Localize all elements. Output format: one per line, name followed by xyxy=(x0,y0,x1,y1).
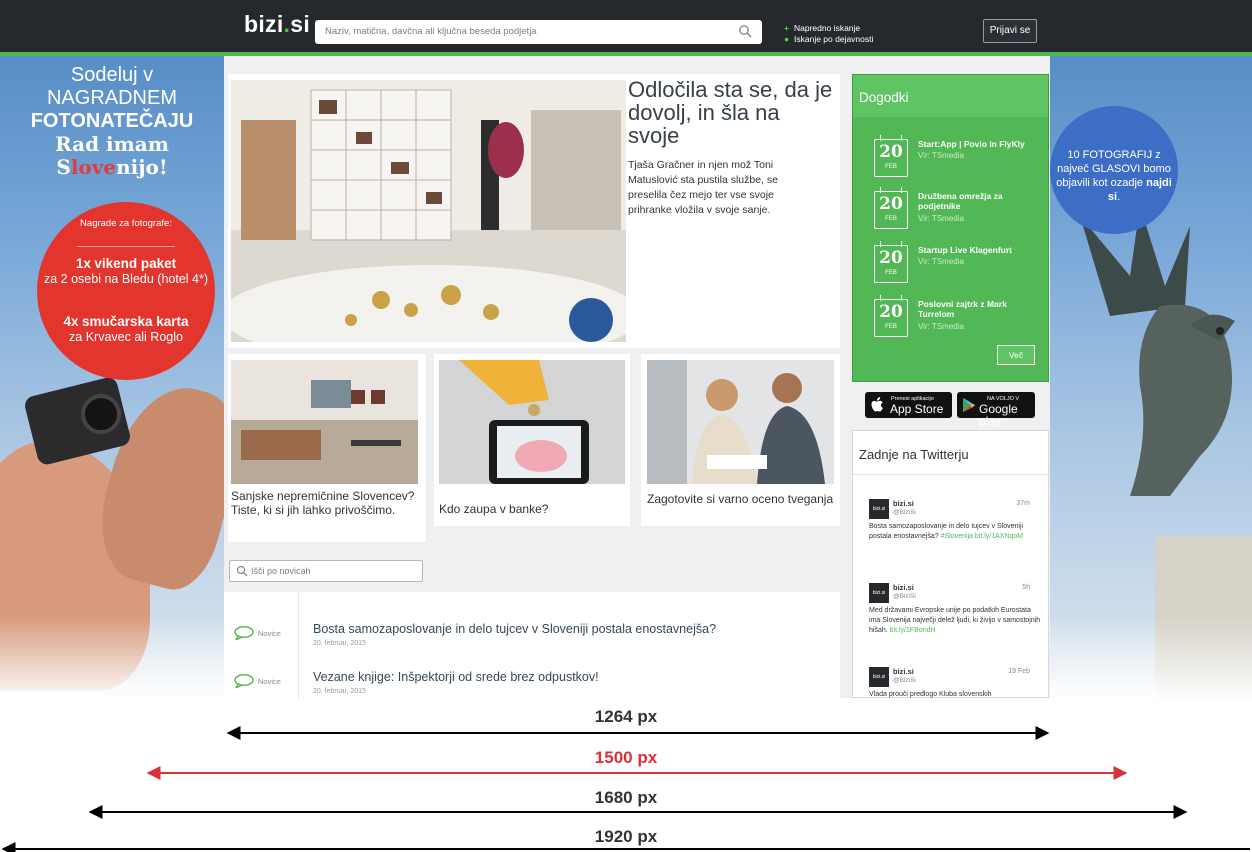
article-card-image[interactable] xyxy=(647,360,834,484)
tweet-text: Vlada prouči predlogo Kluba slovenskih xyxy=(869,691,992,698)
left-promo-background[interactable]: Sodeluj v NAGRADNEM FOTONATEČAJU Rad ima… xyxy=(0,56,224,698)
site-logo[interactable]: bizi.si xyxy=(244,11,310,38)
app-store-badge[interactable]: Prenesi aplikacijo App Store xyxy=(865,392,952,418)
plus-icon: + xyxy=(784,23,789,33)
article-card[interactable]: Sanjske nepremičnine Slovencev? Tiste, k… xyxy=(228,354,426,542)
article-card-title[interactable]: Zagotovite si varno oceno tveganja xyxy=(647,492,833,506)
news-list: Novice Bosta samozaposlovanje in delo tu… xyxy=(224,592,840,698)
event-title[interactable]: Start:App | Povio in FlyKly xyxy=(918,139,1040,149)
login-button[interactable]: Prijavi se xyxy=(983,19,1037,43)
event-item[interactable]: 20 FEB Startup Live Klagenfurt Vir: TSmed… xyxy=(874,241,1044,285)
events-heading: Dogodki xyxy=(853,75,1048,117)
dimension-label-1500: 1500 px xyxy=(594,748,658,767)
tweet-handle: @BiziSi xyxy=(893,509,916,516)
article-card[interactable]: Kdo zaupa v banke? xyxy=(434,354,630,526)
calendar-icon: 20 FEB xyxy=(874,135,908,177)
event-item[interactable]: 20 FEB Poslovni zajtrk z Mark Turrelom Vi… xyxy=(874,295,1044,339)
news-search-input[interactable]: Išči po novicah xyxy=(229,560,423,582)
news-search-placeholder: Išči po novicah xyxy=(251,566,311,576)
search-options: + Napredno iskanje ● Iskanje po dejavnosti xyxy=(784,23,873,45)
tweet-text: Bosta samozaposlovanje in delo tujcev v … xyxy=(869,523,1024,540)
tweet-handle: @BiziSi xyxy=(893,677,916,684)
event-title[interactable]: Družbena omrežja za podjetnike xyxy=(918,191,1040,211)
news-date: 20. februar, 2015 xyxy=(313,688,366,695)
search-placeholder: Naziv, matična, davčna ali ključna besed… xyxy=(325,26,537,37)
article-card-title[interactable]: Kdo zaupa v banke? xyxy=(439,502,548,516)
calendar-icon: 20 FEB xyxy=(874,295,908,337)
camera-illustration xyxy=(22,375,133,467)
event-title[interactable]: Poslovni zajtrk z Mark Turrelom xyxy=(918,299,1040,319)
news-date: 20. februar, 2015 xyxy=(313,640,366,647)
right-promo-background[interactable]: 10 FOTOGRAFIJ z največ GLASOVI bomo obja… xyxy=(1050,56,1252,698)
avatar[interactable]: bizi.si xyxy=(869,583,889,603)
comment-bubble-icon xyxy=(234,674,254,688)
dot-icon: ● xyxy=(784,34,790,44)
tweet-author[interactable]: bizi.si xyxy=(893,499,914,508)
featured-article-title[interactable]: Odločila sta se, da je dovolj, in šla na… xyxy=(628,78,833,147)
event-source: Vir: TSmedia xyxy=(918,214,964,223)
news-title[interactable]: Vezane knjige: Inšpektorji od srede brez… xyxy=(313,670,599,684)
tweet-time: 19 Feb xyxy=(1008,668,1030,675)
dragon-statue-illustration xyxy=(1080,206,1235,496)
news-category: Novice xyxy=(258,677,281,686)
event-title[interactable]: Startup Live Klagenfurt xyxy=(918,245,1040,255)
twitter-heading: Zadnje na Twitterju xyxy=(859,447,969,462)
search-icon[interactable] xyxy=(738,24,752,38)
featured-article[interactable]: Odločila sta se, da je dovolj, in šla na… xyxy=(228,74,840,348)
news-title[interactable]: Bosta samozaposlovanje in delo tujcev v … xyxy=(313,622,716,636)
event-item[interactable]: 20 FEB Start:App | Povio in FlyKly Vir: T… xyxy=(874,135,1044,179)
tweet-text: Med državami Evropske unije po podatkih … xyxy=(869,607,1041,634)
prizes-badge: Nagrade za fotografe: 1x vikend paket za … xyxy=(37,202,215,380)
featured-article-summary: Tjaša Gračner in njen mož Toni Matuslovi… xyxy=(628,159,778,216)
article-card[interactable]: Zagotovite si varno oceno tveganja xyxy=(641,354,840,526)
search-icon xyxy=(236,565,248,577)
avatar[interactable]: bizi.si xyxy=(869,667,889,687)
photo-contest-title: Sodeluj v NAGRADNEM FOTONATEČAJU Rad ima… xyxy=(30,64,194,179)
apple-icon xyxy=(871,397,883,412)
dimension-label-1680: 1680 px xyxy=(594,788,658,807)
featured-article-image[interactable] xyxy=(231,80,626,342)
tweet-author[interactable]: bizi.si xyxy=(893,583,914,592)
dimension-label-1920: 1920 px xyxy=(594,827,658,846)
more-events-button[interactable]: Več xyxy=(997,345,1035,365)
news-item[interactable]: Novice Bosta samozaposlovanje in delo tu… xyxy=(224,620,840,660)
event-source: Vir: TSmedia xyxy=(918,151,964,160)
google-play-badge[interactable]: NA VOLJO V Google play xyxy=(957,392,1035,427)
comment-bubble-icon xyxy=(234,626,254,640)
tweet-handle: @BiziSi xyxy=(893,593,916,600)
company-search-input[interactable]: Naziv, matična, davčna ali ključna besed… xyxy=(315,20,762,44)
events-panel: Dogodki 20 FEB Start:App | Povio in FlyKl… xyxy=(852,74,1049,382)
event-source: Vir: TSmedia xyxy=(918,257,964,266)
calendar-icon: 20 FEB xyxy=(874,241,908,283)
tweet-link[interactable]: #Slovenija bit.ly/1AXNqoM xyxy=(941,533,1024,540)
activity-search-link[interactable]: ● Iskanje po dejavnosti xyxy=(784,34,873,45)
article-card-image[interactable] xyxy=(231,360,418,484)
article-card-title[interactable]: Sanjske nepremičnine Slovencev? Tiste, k… xyxy=(231,489,426,517)
tweet-author[interactable]: bizi.si xyxy=(893,667,914,676)
website-screenshot: bizi.si Naziv, matična, davčna ali ključ… xyxy=(0,0,1252,698)
play-store-icon xyxy=(963,398,975,412)
tweet-link[interactable]: bit.ly/1FBondH xyxy=(890,627,936,634)
dimension-label-1264: 1264 px xyxy=(594,707,658,726)
calendar-icon: 20 FEB xyxy=(874,187,908,229)
avatar[interactable]: bizi.si xyxy=(869,499,889,519)
tweet-time: 37m xyxy=(1016,500,1030,507)
tweet-time: 5h xyxy=(1022,584,1030,591)
twitter-feed-panel: Zadnje na Twitterju bizi.si bizi.si @Biz… xyxy=(852,430,1049,698)
advanced-search-link[interactable]: + Napredno iskanje xyxy=(784,23,873,34)
event-source: Vir: TSmedia xyxy=(918,322,964,331)
event-item[interactable]: 20 FEB Družbena omrežja za podjetnike Vir… xyxy=(874,187,1044,231)
top-navigation-bar: bizi.si Naziv, matična, davčna ali ključ… xyxy=(0,0,1252,52)
news-item[interactable]: Novice Vezane knjige: Inšpektorji od sre… xyxy=(224,668,840,698)
contest-info-badge: 10 FOTOGRAFIJ z največ GLASOVI bomo obja… xyxy=(1050,106,1178,234)
main-content: Odločila sta se, da je dovolj, in šla na… xyxy=(224,56,1050,698)
news-category: Novice xyxy=(258,629,281,638)
article-card-image[interactable] xyxy=(439,360,625,484)
